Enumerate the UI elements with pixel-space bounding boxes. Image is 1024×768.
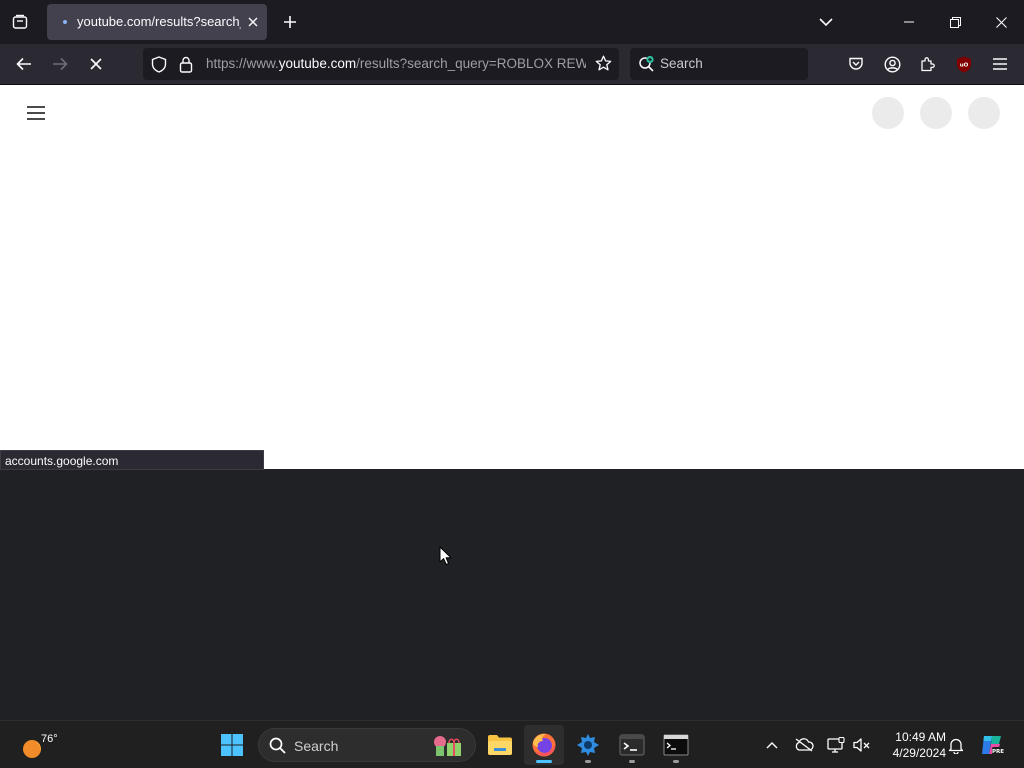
minimize-button[interactable] — [886, 0, 932, 44]
status-url-panel: accounts.google.com — [0, 450, 264, 470]
taskbar-clock[interactable]: 10:49 AM 4/29/2024 — [880, 729, 946, 761]
tab-close-button[interactable] — [243, 12, 263, 32]
app-gear-icon — [577, 734, 599, 756]
app-menu-button[interactable] — [984, 48, 1016, 80]
copilot-icon: PRE — [982, 736, 1004, 755]
windows-logo-icon — [221, 734, 243, 756]
weather-temperature: 76° — [41, 733, 58, 745]
command-prompt-icon — [663, 734, 689, 756]
restore-button[interactable] — [932, 0, 978, 44]
monitor-icon — [827, 737, 845, 753]
clock-time: 10:49 AM — [895, 730, 946, 744]
close-window-button[interactable] — [978, 0, 1024, 44]
bookmark-button[interactable] — [595, 55, 612, 72]
pocket-icon — [849, 57, 863, 70]
lock-icon — [179, 56, 193, 73]
hamburger-menu-icon — [27, 106, 45, 120]
search-highlight-icon — [434, 736, 461, 756]
new-tab-button[interactable] — [274, 6, 306, 38]
search-icon — [269, 737, 286, 754]
forward-button[interactable] — [44, 48, 76, 80]
close-icon — [248, 17, 258, 27]
show-hidden-icons-button[interactable] — [760, 733, 784, 757]
shield-icon — [151, 56, 167, 73]
chevron-down-icon — [819, 18, 833, 27]
search-placeholder: Search — [660, 56, 703, 71]
taskbar-app-blue[interactable] — [568, 725, 608, 765]
firefox-view-icon — [12, 14, 28, 29]
search-engine-icon — [638, 55, 656, 73]
close-icon — [995, 16, 1007, 28]
skeleton-placeholder — [968, 97, 1000, 129]
extensions-button[interactable] — [912, 48, 944, 80]
onedrive-tray-button[interactable] — [792, 733, 816, 757]
stop-icon — [90, 58, 102, 70]
volume-tray-button[interactable] — [850, 733, 874, 757]
url-path: /results?search_query=ROBLOX REWORK — [356, 56, 586, 71]
url-domain: youtube.com — [278, 56, 357, 71]
windows-taskbar: 76° Search 10:49 AM 4/29/2024 PRE — [0, 720, 1024, 768]
star-icon — [595, 55, 612, 71]
mouse-pointer-icon — [439, 546, 452, 566]
tracking-protection-button[interactable] — [151, 56, 167, 73]
page-dark-region — [0, 469, 1024, 720]
bell-icon — [948, 738, 964, 754]
speaker-muted-icon — [853, 738, 870, 752]
search-bar[interactable]: Search — [630, 48, 808, 80]
plus-icon — [284, 16, 296, 28]
ublock-icon: uO — [957, 56, 971, 72]
cloud-off-icon — [795, 738, 814, 752]
site-info-button[interactable] — [179, 56, 193, 73]
hamburger-menu-icon — [993, 58, 1007, 70]
back-button[interactable] — [8, 48, 40, 80]
svg-text:PRE: PRE — [992, 749, 1004, 755]
chevron-up-icon — [766, 742, 778, 749]
taskbar-search-placeholder: Search — [294, 738, 339, 754]
url-prefix: https://www. — [206, 56, 279, 71]
skeleton-placeholder — [872, 97, 904, 129]
firefox-icon — [532, 733, 556, 757]
arrow-right-icon — [53, 57, 68, 71]
list-all-tabs-button[interactable] — [810, 6, 842, 38]
active-tab[interactable]: youtube.com/results?search_query=ROBLOX … — [47, 4, 267, 40]
taskbar-search-box[interactable]: Search — [258, 728, 476, 762]
running-indicator — [629, 760, 635, 763]
taskbar-terminal[interactable] — [612, 725, 652, 765]
account-icon — [883, 55, 901, 73]
web-page — [0, 85, 1024, 469]
clock-date: 4/29/2024 — [892, 746, 946, 760]
folder-icon — [488, 735, 512, 755]
notifications-button[interactable] — [944, 733, 968, 757]
svg-text:uO: uO — [960, 62, 969, 68]
puzzle-icon — [921, 57, 935, 72]
stop-loading-button[interactable] — [80, 48, 112, 80]
skeleton-placeholder — [920, 97, 952, 129]
copilot-button[interactable]: PRE — [972, 725, 1012, 765]
account-button[interactable] — [876, 48, 908, 80]
firefox-view-button[interactable] — [4, 6, 36, 38]
ublock-origin-button[interactable]: uO — [948, 48, 980, 80]
terminal-icon — [619, 734, 645, 756]
guide-menu-button[interactable] — [24, 101, 48, 125]
running-indicator — [536, 760, 552, 763]
minimize-icon — [904, 21, 914, 23]
running-indicator — [673, 760, 679, 763]
tab-strip: youtube.com/results?search_query=ROBLOX … — [0, 0, 1024, 44]
tab-title: youtube.com/results?search_query=ROBLOX … — [77, 14, 241, 29]
taskbar-file-explorer[interactable] — [480, 725, 520, 765]
restore-icon — [949, 16, 961, 28]
url-text: https://www.youtube.com/results?search_q… — [206, 56, 586, 74]
taskbar-firefox[interactable] — [524, 725, 564, 765]
url-bar[interactable]: https://www.youtube.com/results?search_q… — [143, 48, 619, 80]
loading-indicator-icon — [63, 20, 67, 24]
start-button[interactable] — [212, 725, 252, 765]
weather-widget[interactable]: 76° — [10, 725, 70, 765]
arrow-left-icon — [16, 57, 31, 71]
running-indicator — [585, 760, 591, 763]
navigation-toolbar: https://www.youtube.com/results?search_q… — [0, 44, 1024, 85]
display-tray-button[interactable] — [824, 733, 848, 757]
pocket-button[interactable] — [840, 48, 872, 80]
taskbar-command-prompt[interactable] — [656, 725, 696, 765]
